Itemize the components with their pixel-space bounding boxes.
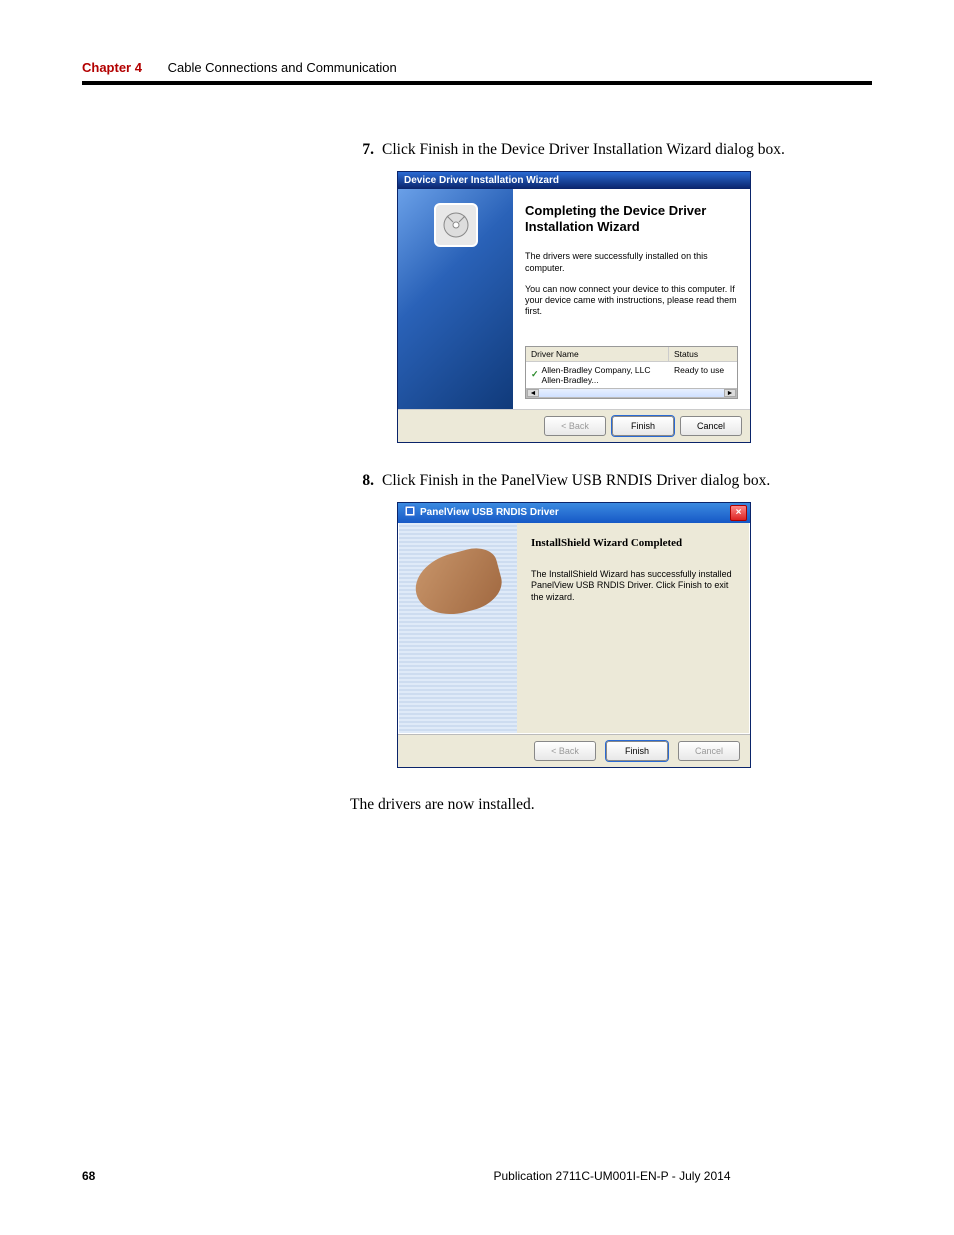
step-number: 7. — [350, 140, 374, 161]
driver-status-cell: Ready to use — [669, 362, 737, 388]
horizontal-scrollbar[interactable]: ◄ ► — [526, 388, 737, 398]
dialog-1-wrap: Device Driver Installation Wizard Comple… — [397, 171, 872, 443]
scroll-right-icon[interactable]: ► — [724, 389, 736, 397]
dialog-body: InstallShield Wizard Completed The Insta… — [398, 523, 750, 734]
dialog-heading: Completing the Device Driver Installatio… — [525, 203, 738, 236]
step-8: 8. Click Finish in the PanelView USB RND… — [350, 471, 872, 492]
cancel-button[interactable]: Cancel — [680, 416, 742, 436]
step-number: 8. — [350, 471, 374, 492]
panelview-rndis-dialog: PanelView USB RNDIS Driver × InstallShie… — [397, 502, 751, 768]
table-header: Driver Name Status — [526, 347, 737, 362]
close-button[interactable]: × — [730, 505, 747, 521]
driver-name-cell: Allen-Bradley Company, LLC Allen-Bradley… — [542, 365, 664, 385]
scroll-left-icon[interactable]: ◄ — [527, 389, 539, 397]
back-button: < Back — [544, 416, 606, 436]
dialog-para-1: The drivers were successfully installed … — [525, 251, 738, 274]
scroll-track[interactable] — [539, 389, 724, 397]
dialog-content: InstallShield Wizard Completed The Insta… — [517, 523, 749, 733]
content-area: 7. Click Finish in the Device Driver Ins… — [350, 140, 872, 814]
finish-button[interactable]: Finish — [612, 416, 674, 436]
cancel-button: Cancel — [678, 741, 740, 761]
wrench-graphic — [409, 542, 508, 622]
dialog-content: Completing the Device Driver Installatio… — [513, 189, 750, 409]
step-7: 7. Click Finish in the Device Driver Ins… — [350, 140, 872, 161]
dialog-heading: InstallShield Wizard Completed — [531, 537, 735, 549]
step-text: Click Finish in the Device Driver Instal… — [382, 140, 872, 161]
table-row[interactable]: ✓ Allen-Bradley Company, LLC Allen-Bradl… — [526, 362, 737, 388]
back-button: < Back — [534, 741, 596, 761]
chapter-label: Chapter 4 — [82, 60, 142, 75]
finish-button[interactable]: Finish — [606, 741, 668, 761]
chapter-title: Cable Connections and Communication — [168, 60, 397, 75]
cd-icon — [434, 203, 478, 247]
dialog-footer: < Back Finish Cancel — [398, 409, 750, 442]
step-text: Click Finish in the PanelView USB RNDIS … — [382, 471, 872, 492]
dialog-titlebar[interactable]: Device Driver Installation Wizard — [398, 172, 750, 189]
dialog-2-wrap: PanelView USB RNDIS Driver × InstallShie… — [397, 502, 872, 768]
installer-icon — [404, 505, 416, 520]
dialog-para-2: You can now connect your device to this … — [525, 284, 738, 318]
col-driver-name[interactable]: Driver Name — [526, 347, 669, 361]
dialog-title-text: PanelView USB RNDIS Driver — [420, 507, 559, 518]
device-driver-wizard-dialog: Device Driver Installation Wizard Comple… — [397, 171, 751, 443]
driver-table: Driver Name Status ✓ Allen-Bradley Compa… — [525, 346, 738, 399]
dialog-para: The InstallShield Wizard has successfull… — [531, 569, 735, 604]
publication-info: Publication 2711C-UM001I-EN-P - July 201… — [352, 1169, 872, 1183]
dialog-sidebar-graphic — [398, 189, 513, 409]
page-header: Chapter 4 Cable Connections and Communic… — [82, 60, 872, 85]
closing-text: The drivers are now installed. — [350, 796, 872, 814]
dialog-body: Completing the Device Driver Installatio… — [398, 189, 750, 409]
dialog-footer: < Back Finish Cancel — [398, 734, 750, 767]
dialog-sidebar-graphic — [399, 523, 517, 733]
close-icon: × — [736, 507, 742, 518]
col-status[interactable]: Status — [669, 347, 737, 361]
page-footer: 68 Publication 2711C-UM001I-EN-P - July … — [82, 1169, 872, 1183]
checkmark-icon: ✓ — [531, 369, 539, 380]
dialog-titlebar[interactable]: PanelView USB RNDIS Driver × — [398, 503, 750, 523]
page-number: 68 — [82, 1169, 352, 1183]
